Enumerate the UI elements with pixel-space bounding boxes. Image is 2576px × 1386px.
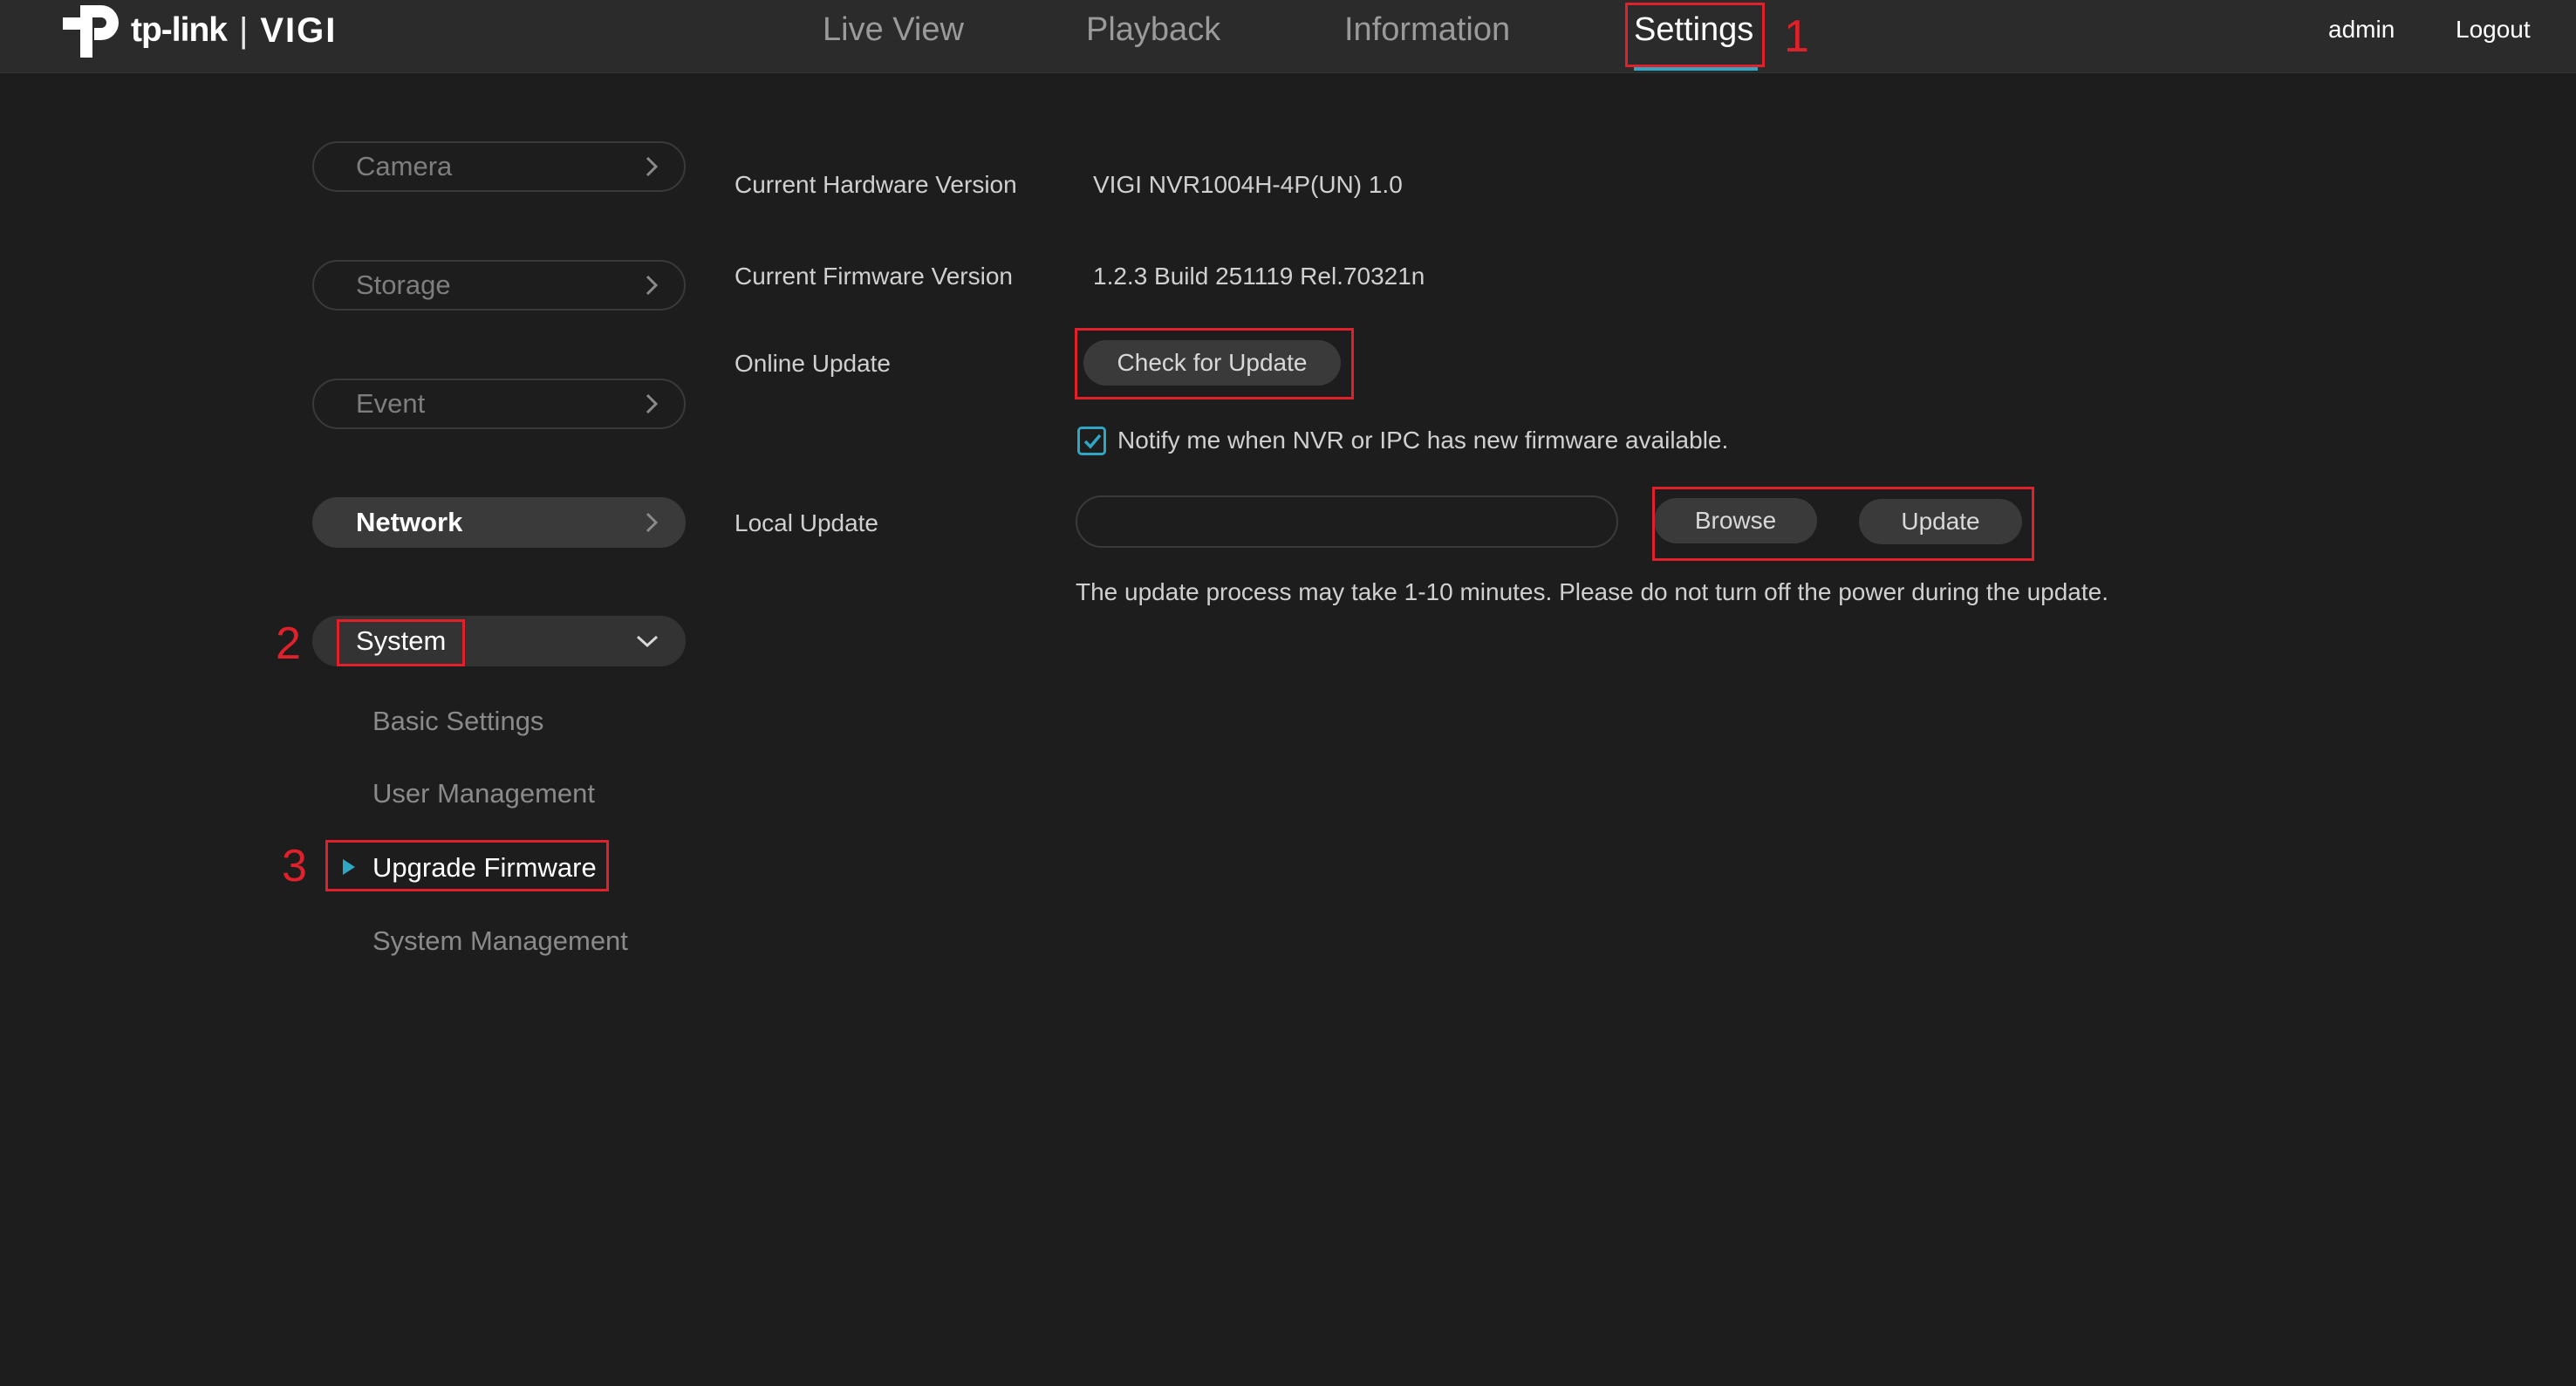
top-bar: tp-link | VIGI Live View Playback Inform… [0,0,2576,73]
notify-checkbox[interactable] [1077,427,1106,455]
local-update-label: Local Update [735,509,879,536]
online-update-label: Online Update [735,350,892,377]
sidebar-item-system[interactable]: System [312,616,686,666]
sidebar-item-label: Camera [356,151,453,181]
sidebar-subitem-user-management[interactable]: User Management [372,778,595,809]
checkmark-icon [1083,434,1102,449]
sidebar-item-event[interactable]: Event [312,379,686,429]
tab-live-view[interactable]: Live View [823,9,964,51]
sidebar-item-label: System [356,625,447,656]
brand-separator: | [238,10,249,50]
firmware-version-value: 1.2.3 Build 251119 Rel.70321n [1093,263,1425,290]
annotation-step-3: 3 [282,841,307,891]
check-for-update-button[interactable]: Check for Update [1083,340,1341,386]
notify-checkbox-label[interactable]: Notify me when NVR or IPC has new firmwa… [1117,427,1728,454]
sidebar-item-label: Event [356,388,426,419]
annotation-step-2: 2 [276,618,301,669]
brand-name: tp-link [131,11,228,49]
hardware-version-value: VIGI NVR1004H-4P(UN) 1.0 [1093,171,1403,198]
chevron-down-icon [636,635,659,648]
logout-link[interactable]: Logout [2456,16,2531,44]
sidebar-subitem-system-management[interactable]: System Management [372,925,628,957]
sidebar-subitem-basic-settings[interactable]: Basic Settings [372,706,543,737]
update-button[interactable]: Update [1859,499,2022,544]
active-tab-indicator [1634,66,1758,71]
sidebar-item-label: Network [356,507,463,537]
chevron-right-icon [646,275,659,296]
tab-settings[interactable]: Settings [1634,9,1753,51]
sidebar-item-network[interactable]: Network [312,497,686,548]
hardware-version-label: Current Hardware Version [735,171,1017,198]
logo: tp-link | VIGI [61,0,337,61]
tab-information[interactable]: Information [1344,9,1510,51]
sidebar-item-camera[interactable]: Camera [312,141,686,192]
browse-button[interactable]: Browse [1654,498,1817,543]
tp-link-logo-icon [63,5,119,58]
sidebar-item-storage[interactable]: Storage [312,260,686,311]
chevron-right-icon [646,512,659,533]
user-name[interactable]: admin [2328,16,2395,44]
tab-playback[interactable]: Playback [1086,9,1220,51]
update-warning-note: The update process may take 1-10 minutes… [1076,578,2108,605]
chevron-right-icon [646,156,659,177]
sidebar-item-label: Storage [356,270,451,300]
chevron-right-icon [646,393,659,414]
product-name: VIGI [260,10,338,50]
firmware-version-label: Current Firmware Version [735,263,1013,290]
annotation-step-1: 1 [1784,11,1809,62]
firmware-file-field[interactable] [1076,495,1618,548]
sidebar-subitem-upgrade-firmware[interactable]: Upgrade Firmware [372,852,597,884]
play-triangle-icon [343,859,355,875]
